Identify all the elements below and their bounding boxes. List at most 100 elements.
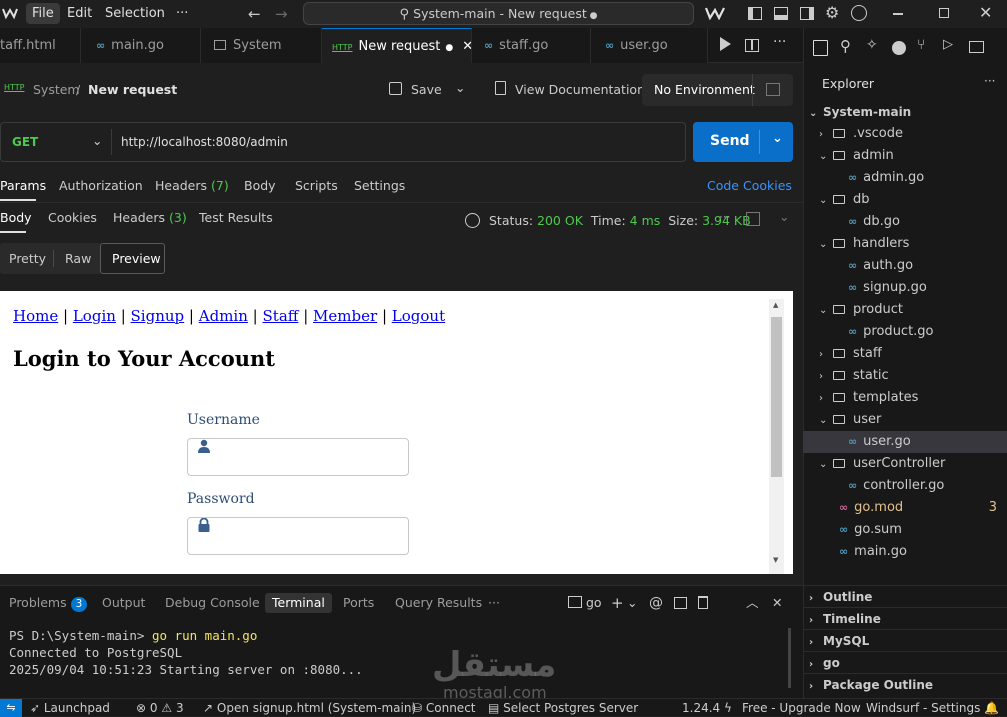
tree-item-db-go[interactable]: ∞ db.go — [803, 211, 1007, 233]
breadcrumb-parent[interactable]: System — [33, 82, 80, 97]
forward-arrow-icon[interactable]: → — [275, 5, 288, 23]
nav-link-member[interactable]: Member — [313, 307, 377, 325]
more-actions-icon[interactable]: ··· — [773, 34, 786, 50]
close-panel-icon[interactable]: ✕ — [772, 593, 782, 613]
tree-item-handlers[interactable]: ⌄ handlers — [803, 233, 1007, 255]
terminal-scrollbar[interactable] — [788, 628, 791, 688]
panel-tab-problems[interactable]: Problems 3 — [9, 593, 88, 613]
method-select[interactable]: GET — [12, 135, 38, 149]
tree-item-auth-go[interactable]: ∞ auth.go — [803, 255, 1007, 277]
scroll-up-icon[interactable]: ▲ — [773, 301, 778, 309]
problems-indicator[interactable]: ⊗ 0 ⚠ 3 — [136, 699, 184, 717]
trash-icon[interactable] — [698, 596, 708, 609]
code-link[interactable]: Code — [707, 176, 739, 196]
tab-new-request[interactable]: HTTP New request ● ✕ — [322, 28, 472, 63]
scrollbar-thumb[interactable] — [771, 317, 782, 477]
environment-settings-icon[interactable] — [766, 83, 780, 96]
menu-selection[interactable]: Selection — [99, 3, 171, 24]
save-icon[interactable] — [389, 82, 402, 95]
upgrade-button[interactable]: Free - Upgrade Now — [742, 699, 861, 717]
tree-item-product[interactable]: ⌄ product — [803, 299, 1007, 321]
tree-item-main-go[interactable]: ∞ main.go — [803, 541, 1007, 563]
tree-item-templates[interactable]: › templates — [803, 387, 1007, 409]
section-outline[interactable]: › Outline — [803, 585, 1007, 607]
nav-link-staff[interactable]: Staff — [263, 307, 299, 325]
nav-link-login[interactable]: Login — [73, 307, 116, 325]
tree-item-go-mod[interactable]: ∞ go.mod 3 — [803, 497, 1007, 519]
tab-headers[interactable]: Headers (7) — [155, 176, 229, 196]
menu-more[interactable]: ··· — [170, 3, 194, 24]
source-control-icon[interactable]: ✧ — [866, 37, 878, 53]
tab-user-go[interactable]: ∞ user.go — [591, 28, 708, 63]
environment-selector[interactable]: No Environment — [642, 74, 793, 106]
tree-item-product-go[interactable]: ∞ product.go — [803, 321, 1007, 343]
run-debug-icon[interactable]: ▷ — [943, 37, 953, 52]
explorer-more-icon[interactable]: ··· — [984, 74, 995, 88]
tab-main-go[interactable]: ∞ main.go — [81, 28, 201, 63]
collapse-chevron-icon[interactable]: ⌄ — [779, 209, 789, 224]
windsurf-wave-icon[interactable] — [705, 6, 725, 20]
git-branch-icon[interactable]: ⑂ — [917, 37, 925, 53]
gear-icon[interactable]: ⚙ — [825, 3, 839, 22]
nav-link-signup[interactable]: Signup — [131, 307, 185, 325]
response-tab-body[interactable]: Body — [0, 208, 32, 228]
remote-explorer-icon[interactable] — [969, 41, 984, 53]
view-mode-pretty[interactable]: Pretty — [9, 249, 46, 269]
section-go[interactable]: › go — [803, 651, 1007, 673]
tree-item-controller-go[interactable]: ∞ controller.go — [803, 475, 1007, 497]
password-input[interactable] — [187, 517, 409, 555]
minimize-icon[interactable] — [893, 13, 903, 15]
explorer-root[interactable]: ⌄ System-main — [803, 101, 1007, 123]
section-timeline[interactable]: › Timeline — [803, 607, 1007, 629]
notifications-bell-icon[interactable]: 🔔 — [984, 699, 999, 717]
new-terminal-icon[interactable]: + — [611, 593, 624, 613]
tab-settings[interactable]: Settings — [354, 176, 405, 196]
panel-tab-debug-console[interactable]: Debug Console — [165, 593, 260, 613]
layout-icon[interactable] — [746, 212, 760, 226]
tree-item-db[interactable]: ⌄ db — [803, 189, 1007, 211]
menu-edit[interactable]: Edit — [61, 3, 98, 24]
tab-params[interactable]: Params — [0, 176, 46, 196]
cookies-link[interactable]: Cookies — [743, 176, 792, 196]
launchpad-button[interactable]: ➶ Launchpad — [30, 699, 110, 717]
close-window-icon[interactable]: ✕ — [979, 3, 992, 22]
extension-icon[interactable] — [892, 41, 906, 55]
response-tab-headers[interactable]: Headers (3) — [113, 208, 187, 228]
save-dropdown-chevron-icon[interactable]: ⌄ — [455, 80, 465, 95]
terminal-shell[interactable]: go — [568, 593, 602, 613]
scroll-down-icon[interactable]: ▼ — [773, 556, 778, 564]
toggle-panel-icon[interactable] — [774, 7, 788, 20]
view-documentation-button[interactable]: View Documentation — [515, 82, 645, 97]
view-mode-preview[interactable]: Preview — [100, 243, 165, 274]
url-input[interactable]: http://localhost:8080/admin — [121, 135, 288, 149]
connect-button[interactable]: ⛁ Connect — [412, 699, 476, 717]
copilot-icon[interactable]: @ — [649, 593, 663, 613]
tab-authorization[interactable]: Authorization — [59, 176, 143, 196]
explorer-icon[interactable] — [813, 40, 828, 56]
postgres-server-button[interactable]: ▤ Select Postgres Server — [488, 699, 638, 717]
terminal-dropdown-chevron-icon[interactable]: ⌄ — [627, 593, 637, 613]
remote-indicator-icon[interactable]: ⇋ — [0, 699, 22, 717]
response-tab-cookies[interactable]: Cookies — [48, 208, 97, 228]
search-icon[interactable]: ⚲ — [840, 37, 851, 55]
send-button[interactable]: Send ⌄ — [693, 122, 793, 162]
tab-scripts[interactable]: Scripts — [295, 176, 338, 196]
nav-link-admin[interactable]: Admin — [199, 307, 248, 325]
preview-scrollbar[interactable]: ▲ ▼ — [769, 299, 784, 574]
menu-file[interactable]: File — [26, 3, 60, 24]
tab-staff-go[interactable]: ∞ staff.go — [472, 28, 591, 63]
close-tab-icon[interactable]: ✕ — [462, 39, 471, 54]
back-arrow-icon[interactable]: ← — [248, 5, 261, 23]
split-editor-icon[interactable] — [745, 39, 759, 52]
nav-link-home[interactable]: Home — [13, 307, 58, 325]
go-version[interactable]: 1.24.4 ϟ — [682, 699, 732, 717]
tree-item-static[interactable]: › static — [803, 365, 1007, 387]
split-terminal-icon[interactable] — [674, 597, 687, 609]
tree-item-usercontroller[interactable]: ⌄ userController — [803, 453, 1007, 475]
account-icon[interactable] — [851, 5, 867, 21]
tree-item-user[interactable]: ⌄ user — [803, 409, 1007, 431]
toggle-secondary-sidebar-icon[interactable] — [800, 7, 814, 20]
tree-item--vscode[interactable]: › .vscode — [803, 123, 1007, 145]
tree-item-staff[interactable]: › staff — [803, 343, 1007, 365]
maximize-icon[interactable] — [939, 8, 949, 18]
